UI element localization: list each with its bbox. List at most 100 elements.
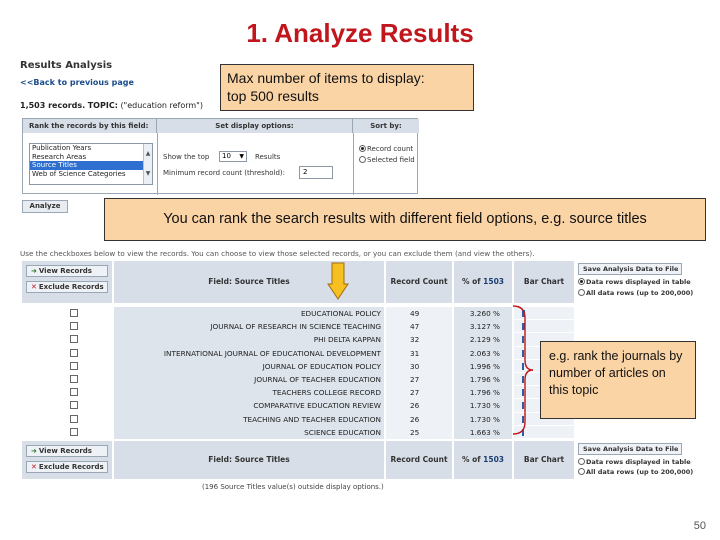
row-record-count: 26 [386, 399, 452, 414]
max-items-line1: Max number of items to display: [227, 70, 425, 86]
footer-field-header: Field: Source Titles [114, 441, 384, 479]
table-row: EDUCATIONAL POLICY 49 3.260 % [22, 307, 574, 322]
row-checkbox[interactable] [70, 388, 78, 397]
row-checkbox[interactable] [70, 414, 78, 423]
row-percent: 1.730 % [454, 399, 512, 414]
row-record-count: 47 [386, 320, 452, 335]
save-option-all[interactable]: All data rows (up to 200,000) [578, 289, 693, 297]
pct-column-header: % of 1503 [454, 261, 512, 303]
table-row: INTERNATIONAL JOURNAL OF EDUCATIONAL DEV… [22, 346, 574, 361]
view-records-button-bottom[interactable]: ➜ View Records [26, 445, 108, 457]
min-count-input[interactable]: 2 [299, 166, 333, 179]
slide-title: 1. Analyze Results [246, 18, 474, 48]
radio-selected-icon[interactable] [359, 145, 366, 152]
row-percent: 1.796 % [454, 373, 512, 388]
sort-record-count[interactable]: Record count [359, 145, 413, 153]
save-option-displayed[interactable]: Data rows displayed in table [578, 458, 691, 466]
save-option-label: All data rows (up to 200,000) [586, 289, 694, 297]
footer-pct-header: % of 1503 [454, 441, 512, 479]
table-row: JOURNAL OF RESEARCH IN SCIENCE TEACHING 4… [22, 320, 574, 335]
arrow-right-icon: ➜ [31, 447, 37, 455]
row-percent: 2.063 % [454, 346, 512, 361]
row-checkbox[interactable] [70, 361, 78, 370]
save-option-label: Data rows displayed in table [586, 458, 691, 466]
pct-prefix: % of [461, 455, 481, 464]
save-option-displayed[interactable]: Data rows displayed in table [578, 278, 691, 286]
exclude-records-button-bottom[interactable]: ✕ Exclude Records [26, 461, 108, 473]
records-instructions: Use the checkboxes below to view the rec… [20, 249, 535, 258]
save-analysis-button[interactable]: Save Analysis Data to File [578, 263, 682, 275]
page-number: 50 [693, 520, 706, 532]
rank-field-option[interactable]: Web of Science Categories [30, 170, 152, 179]
table-row: TEACHING AND TEACHER EDUCATION 26 1.730 % [22, 412, 574, 427]
radio-icon[interactable] [359, 156, 366, 163]
rank-field-option-selected[interactable]: Source Titles [30, 161, 152, 170]
scroll-down-icon[interactable]: ▼ [144, 164, 152, 184]
show-top-select[interactable]: 10 ▼ [219, 151, 247, 162]
row-percent: 3.260 % [454, 307, 512, 322]
radio-icon[interactable] [578, 468, 585, 475]
row-checkbox[interactable] [70, 335, 78, 344]
radio-icon[interactable] [578, 289, 585, 296]
row-record-count: 49 [386, 307, 452, 322]
row-checkbox[interactable] [70, 309, 78, 317]
sort-option-label: Record count [367, 145, 414, 153]
show-top-label: Show the top [163, 153, 210, 161]
row-source-title: INTERNATIONAL JOURNAL OF EDUCATIONAL DEV… [114, 346, 384, 361]
bar-column-header: Bar Chart [514, 261, 574, 303]
rank-field-option[interactable]: Publication Years [30, 144, 152, 153]
radio-selected-icon[interactable] [578, 278, 585, 285]
rank-field-option[interactable]: Research Areas [30, 153, 152, 162]
radio-icon[interactable] [578, 458, 585, 465]
row-source-title: TEACHERS COLLEGE RECORD [114, 386, 384, 401]
rank-header: Rank the records by this field: [23, 119, 157, 133]
table-row: JOURNAL OF EDUCATION POLICY 30 1.996 % [22, 359, 574, 374]
row-percent: 2.129 % [454, 333, 512, 348]
topic-value: ("education reform") [120, 101, 203, 110]
row-source-title: COMPARATIVE EDUCATION REVIEW [114, 399, 384, 414]
row-checkbox[interactable] [70, 427, 78, 436]
max-items-callout: Max number of items to display: top 500 … [220, 64, 474, 111]
row-source-title: EDUCATIONAL POLICY [114, 307, 384, 322]
save-option-label: All data rows (up to 200,000) [586, 468, 694, 476]
sort-header: Sort by: [353, 119, 419, 133]
min-count-label: Minimum record count (threshold): [163, 169, 286, 177]
topic-label: TOPIC: [87, 101, 118, 110]
back-link[interactable]: <<Back to previous page [20, 78, 134, 87]
footer-count-header: Record Count [386, 441, 452, 479]
analyze-button[interactable]: Analyze [22, 200, 68, 213]
sort-selected-field[interactable]: Selected field [359, 156, 415, 164]
exclude-records-button[interactable]: ✕ Exclude Records [26, 281, 108, 293]
row-record-count: 31 [386, 346, 452, 361]
row-record-count: 27 [386, 386, 452, 401]
row-checkbox[interactable] [70, 375, 78, 383]
show-top-value: 10 [222, 152, 231, 160]
outside-display-note: (196 Source Titles value(s) outside disp… [202, 483, 384, 491]
table-row: JOURNAL OF TEACHER EDUCATION 27 1.796 % [22, 373, 574, 388]
row-checkbox[interactable] [70, 401, 78, 410]
scroll-up-icon[interactable]: ▲ [144, 144, 152, 164]
view-records-button[interactable]: ➜ View Records [26, 265, 108, 277]
row-percent: 3.127 % [454, 320, 512, 335]
max-items-line2: top 500 results [227, 88, 319, 104]
view-records-label: View Records [38, 447, 92, 455]
brace-icon [512, 305, 534, 435]
save-option-all[interactable]: All data rows (up to 200,000) [578, 468, 693, 476]
row-checkbox[interactable] [70, 348, 78, 357]
results-label: Results [255, 153, 281, 161]
row-source-title: JOURNAL OF TEACHER EDUCATION [114, 373, 384, 388]
save-panel: Save Analysis Data to File Data rows dis… [576, 261, 702, 303]
display-header: Set display options: [157, 119, 353, 133]
close-icon: ✕ [31, 463, 37, 471]
options-table: Rank the records by this field: Set disp… [22, 118, 419, 195]
pct-prefix: % of [461, 277, 481, 286]
rank-field-list[interactable]: Publication Years Research Areas Source … [29, 143, 153, 185]
row-checkbox[interactable] [70, 322, 78, 331]
view-records-label: View Records [38, 267, 92, 275]
row-record-count: 32 [386, 333, 452, 348]
save-panel-bottom: Save Analysis Data to File Data rows dis… [576, 441, 702, 479]
row-source-title: TEACHING AND TEACHER EDUCATION [114, 412, 384, 427]
save-analysis-button-bottom[interactable]: Save Analysis Data to File [578, 443, 682, 455]
count-column-header: Record Count [386, 261, 452, 303]
list-scrollbar[interactable]: ▲ ▼ [143, 144, 152, 184]
